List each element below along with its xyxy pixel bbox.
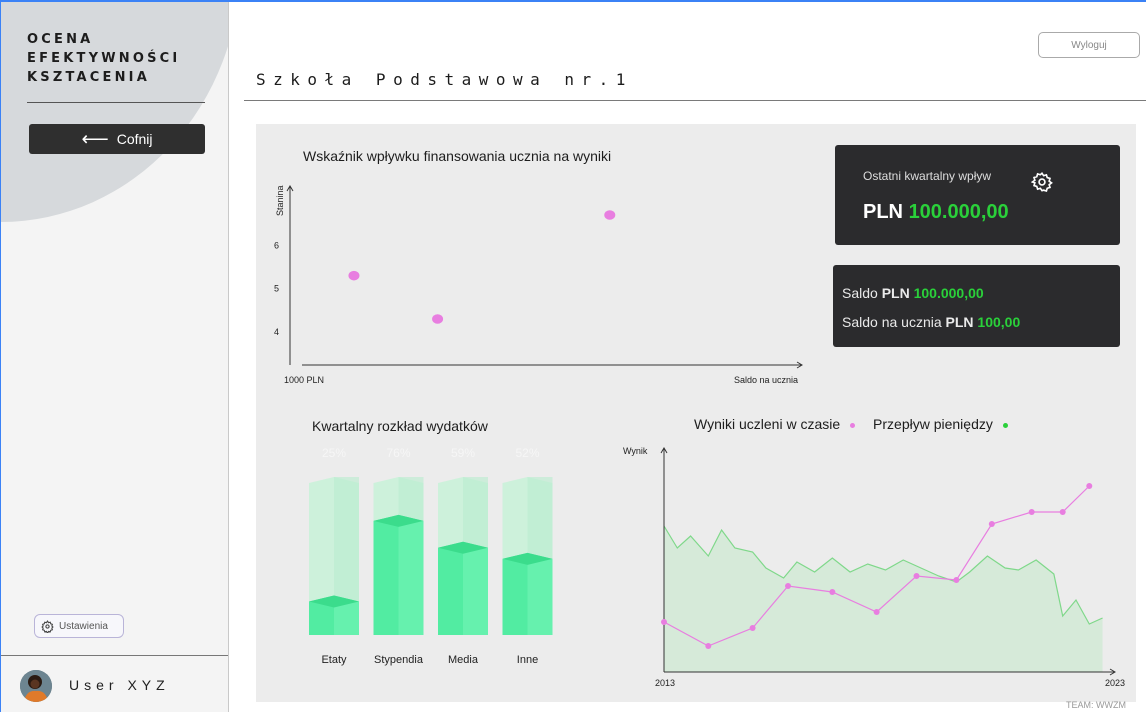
scores-point — [749, 625, 756, 631]
balance-per-student-currency: PLN — [945, 314, 974, 330]
brand-logo-text: OCENA EFEKTYWNOŚCI KSZTACENIA — [27, 30, 180, 87]
balance-per-student-row: Saldo na ucznia PLN 100,00 — [842, 314, 1020, 330]
scatter-point — [348, 270, 360, 281]
scores-point — [1086, 483, 1093, 489]
cashflow-area — [664, 526, 1103, 672]
balance-card: Saldo PLN 100.000,00 Saldo na ucznia PLN… — [833, 265, 1120, 347]
x-end-label: 2023 — [1105, 678, 1125, 688]
scatter-chart: 4 5 6 Stanina 1000 PLN Saldo na ucznia — [274, 185, 803, 385]
back-button-label: Cofnij — [116, 131, 153, 147]
bar-chart: 25% Etaty 76% Stypendia 59% Media 52% Inne — [309, 446, 553, 666]
brand-line-1: OCENA — [27, 32, 94, 47]
scores-point — [705, 643, 712, 649]
brand-line-3: KSZTACENIA — [27, 70, 150, 85]
x-start-label: 1000 PLN — [284, 375, 324, 385]
legend-cashflow-label: Przepływ pieniędzy — [873, 416, 993, 432]
scores-point — [913, 573, 920, 579]
scatter-point — [432, 314, 444, 324]
gear-icon[interactable] — [1031, 171, 1053, 193]
quarterly-income-currency: PLN — [863, 201, 903, 223]
bar-percent-label: 76% — [386, 446, 410, 460]
y-axis-label: Stanina — [275, 185, 285, 216]
quarterly-income-card: Ostatni kwartalny wpływ PLN 100.000,00 — [835, 145, 1120, 245]
user-avatar-icon — [20, 670, 52, 702]
logout-button[interactable]: Wyloguj — [1038, 32, 1140, 58]
y-tick-label: 6 — [274, 240, 279, 250]
balance-row: Saldo PLN 100.000,00 — [842, 285, 984, 301]
legend-cashflow-dot — [1002, 422, 1008, 428]
brand-line-2: EFEKTYWNOŚCI — [27, 51, 181, 66]
bar-fill-shade — [463, 547, 488, 635]
brand-divider — [27, 102, 205, 103]
arrow-left-icon: ⟵ — [81, 128, 109, 150]
scatter-point — [604, 210, 616, 220]
scores-point — [785, 583, 792, 589]
settings-button[interactable]: Ustawienia — [34, 614, 124, 638]
scores-point — [1028, 509, 1035, 515]
avatar[interactable] — [20, 670, 52, 702]
scores-point — [873, 609, 880, 615]
scores-point — [1059, 509, 1066, 515]
x-axis-label: Saldo na ucznia — [734, 375, 798, 385]
bar-category-label: Media — [448, 654, 479, 666]
user-name: User XYZ — [69, 677, 170, 693]
gear-icon — [41, 619, 54, 633]
bar-category-label: Inne — [517, 654, 538, 666]
bar-category-label: Stypendia — [374, 654, 424, 666]
line-chart: Wynik 2013 2023 — [623, 446, 1125, 688]
x-start-label: 2013 — [655, 678, 675, 688]
page-title: Szkoła Podstawowa nr.1 — [256, 70, 633, 89]
y-axis-label: Wynik — [623, 446, 648, 456]
scatter-chart-title: Wskaźnik wpływku finansowania ucznia na … — [303, 148, 612, 164]
quarterly-income-amount: 100.000,00 — [908, 201, 1009, 223]
bar-chart-title: Kwartalny rozkład wydatków — [312, 418, 488, 434]
title-divider — [244, 100, 1146, 101]
sidebar: OCENA EFEKTYWNOŚCI KSZTACENIA ⟵ Cofnij U… — [1, 2, 229, 712]
bar-category-label: Etaty — [321, 654, 347, 666]
y-tick-label: 5 — [274, 284, 279, 294]
balance-currency: PLN — [881, 285, 910, 301]
team-credit: TEAM: WWZM — [1066, 700, 1126, 710]
balance-per-student-label: Saldo na ucznia — [842, 314, 942, 330]
y-tick-label: 4 — [274, 327, 279, 337]
bar-percent-label: 25% — [322, 446, 346, 460]
legend-scores-dot — [850, 422, 856, 428]
balance-amount: 100.000,00 — [913, 285, 984, 301]
scores-point — [988, 521, 995, 527]
balance-per-student-amount: 100,00 — [977, 314, 1021, 330]
scores-point — [953, 577, 960, 583]
bar-fill-shade — [398, 520, 424, 635]
quarterly-income-value: PLN 100.000,00 — [863, 201, 1009, 224]
bar-percent-label: 52% — [515, 446, 539, 460]
back-button[interactable]: ⟵ Cofnij — [29, 124, 205, 154]
line-chart-legend: Wyniki uczleni w czasie Przepływ pienięd… — [694, 416, 1008, 432]
sidebar-divider — [1, 655, 228, 656]
quarterly-income-label: Ostatni kwartalny wpływ — [863, 169, 992, 183]
legend-scores-label: Wyniki uczleni w czasie — [694, 416, 841, 432]
bar-percent-label: 59% — [451, 446, 475, 460]
scores-point — [829, 589, 836, 595]
bar-fill-shade — [527, 558, 553, 635]
settings-button-label: Ustawienia — [59, 620, 108, 632]
scores-point — [661, 619, 667, 625]
balance-label: Saldo — [842, 285, 878, 301]
